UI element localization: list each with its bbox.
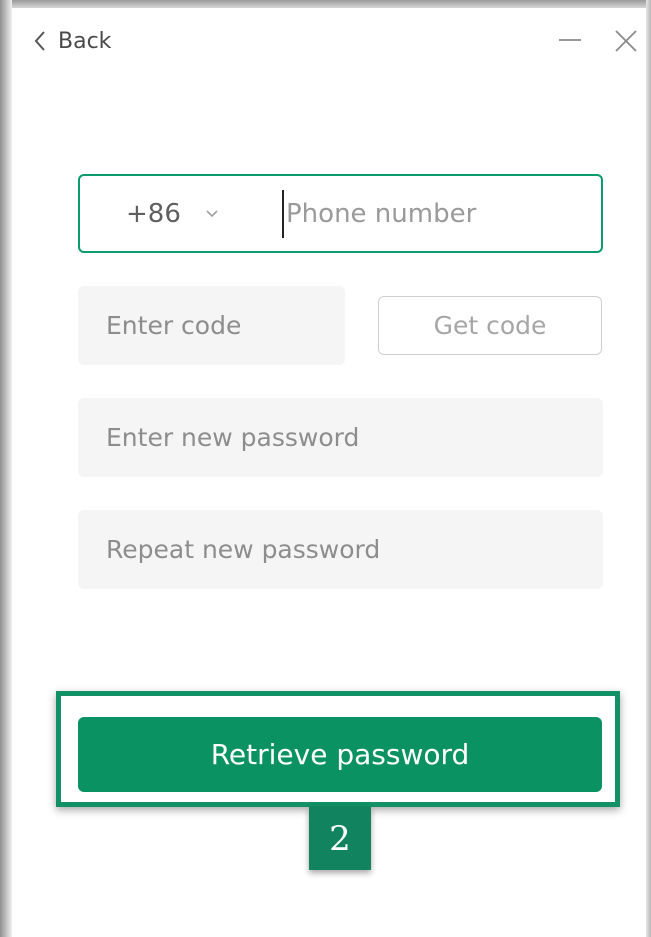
verification-code-input[interactable] <box>78 286 345 365</box>
back-label: Back <box>58 28 112 54</box>
get-code-button[interactable]: Get code <box>378 296 602 355</box>
back-button[interactable]: Back <box>34 26 111 56</box>
chevron-down-icon <box>205 204 219 223</box>
repeat-password-input[interactable] <box>78 510 603 589</box>
chevron-left-icon <box>34 30 46 52</box>
window-frame-left <box>0 0 12 937</box>
annotation-step-badge: 2 <box>309 807 371 870</box>
phone-number-input[interactable] <box>282 190 582 238</box>
window: Back +86 Get code <box>0 0 651 937</box>
minimize-button[interactable] <box>555 26 585 56</box>
window-frame-top <box>0 0 651 8</box>
retrieve-password-button[interactable]: Retrieve password <box>78 717 602 792</box>
close-button[interactable] <box>611 26 641 56</box>
country-code-value: +86 <box>126 198 181 229</box>
new-password-input[interactable] <box>78 398 603 477</box>
minimize-icon <box>555 26 585 56</box>
country-code-select[interactable]: +86 <box>126 176 219 251</box>
window-frame-right <box>646 0 651 937</box>
close-icon <box>611 26 641 56</box>
phone-field: +86 <box>78 174 603 253</box>
